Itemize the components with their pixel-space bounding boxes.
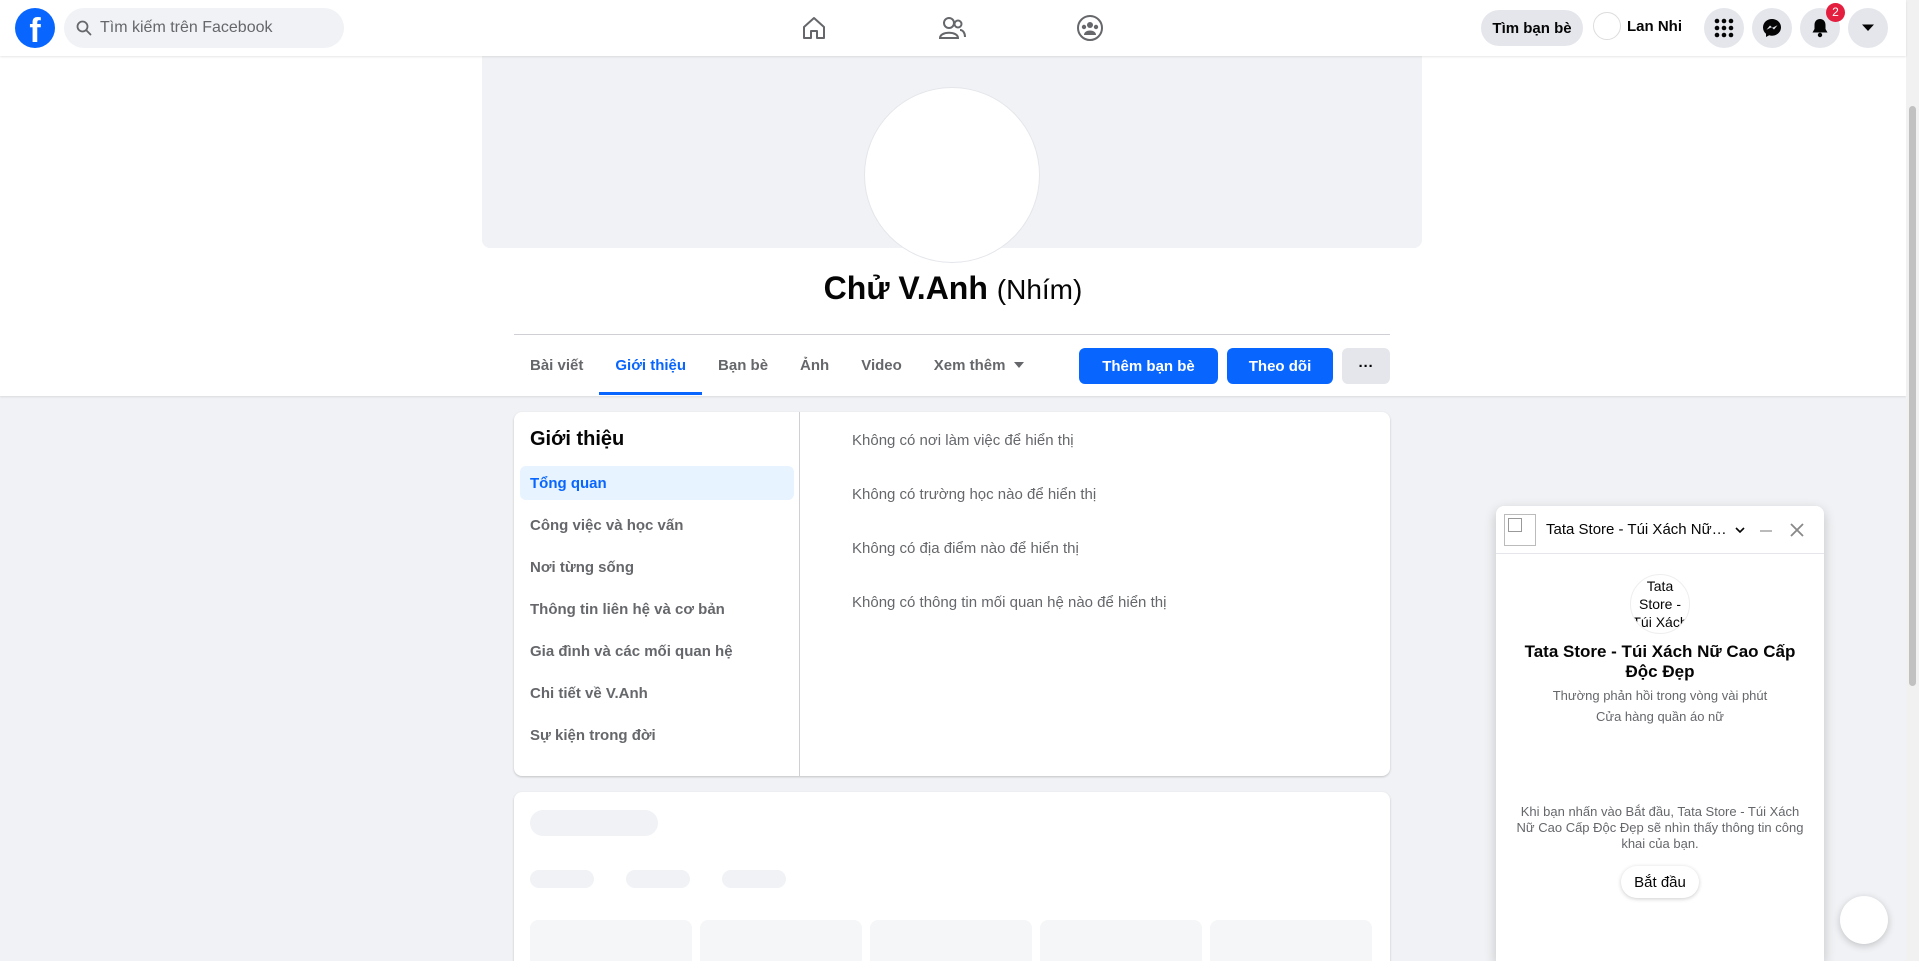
about-menu-places-lived[interactable]: Nơi từng sống bbox=[520, 550, 794, 584]
tab-about[interactable]: Giới thiệu bbox=[599, 335, 702, 395]
profile-name-text: Chử V.Anh bbox=[823, 270, 988, 306]
about-title: Giới thiệu bbox=[530, 428, 625, 450]
follow-button[interactable]: Theo dõi bbox=[1227, 348, 1333, 384]
tab-videos[interactable]: Video bbox=[845, 335, 918, 395]
more-options-button[interactable]: ··· bbox=[1342, 348, 1390, 384]
chat-title[interactable]: Tata Store - Túi Xách Nữ Cao Cấp Độc Đẹp bbox=[1546, 521, 1728, 538]
profile-shortcut[interactable]: Lan Nhi bbox=[1593, 12, 1682, 40]
search-icon bbox=[76, 20, 92, 36]
tab-label: Ảnh bbox=[800, 356, 830, 374]
minimize-icon[interactable] bbox=[1758, 523, 1774, 539]
notifications-bell[interactable]: 2 bbox=[1800, 3, 1845, 48]
skeleton-tile bbox=[870, 920, 1032, 961]
about-menu-overview[interactable]: Tổng quan bbox=[520, 466, 794, 500]
user-name: Lan Nhi bbox=[1627, 17, 1682, 35]
notification-count-badge: 2 bbox=[1826, 3, 1845, 22]
skeleton-tile bbox=[1210, 920, 1372, 961]
skeleton-bar bbox=[722, 870, 786, 888]
scrollbar-thumb[interactable] bbox=[1909, 106, 1916, 686]
profile-alternate-name: (Nhím) bbox=[996, 274, 1083, 305]
about-menu-contact-info[interactable]: Thông tin liên hệ và cơ bản bbox=[520, 592, 794, 626]
about-row-work: Không có nơi làm việc để hiển thị bbox=[852, 432, 1074, 449]
bell-icon bbox=[1812, 19, 1828, 38]
tab-label: Giới thiệu bbox=[615, 356, 687, 374]
tab-posts[interactable]: Bài viết bbox=[514, 335, 599, 395]
about-row-places: Không có địa điểm nào để hiển thị bbox=[852, 540, 1079, 557]
tab-photos[interactable]: Ảnh bbox=[784, 335, 845, 395]
about-menu-family-relationships[interactable]: Gia đình và các mối quan hệ bbox=[520, 634, 794, 668]
about-sidebar: Giới thiệu Tổng quan Công việc và học vấ… bbox=[514, 412, 800, 776]
add-friend-button[interactable]: Thêm bạn bè bbox=[1079, 348, 1218, 384]
chat-window: Tata Store - Túi Xách Nữ Cao Cấp Độc Đẹp… bbox=[1496, 506, 1824, 961]
chat-page-name: Tata Store - Túi Xách Nữ Cao Cấp Độc Đẹp bbox=[1524, 642, 1796, 681]
facebook-logo-icon[interactable]: f bbox=[15, 8, 55, 48]
account-caret-button[interactable] bbox=[1848, 8, 1888, 48]
about-row-relationship: Không có thông tin mối quan hệ nào để hi… bbox=[852, 594, 1167, 611]
chat-page-thumbnail bbox=[1504, 513, 1536, 546]
skeleton-tile bbox=[1040, 920, 1202, 961]
menu-grid-icon[interactable] bbox=[1704, 8, 1744, 48]
groups-icon[interactable] bbox=[1072, 10, 1108, 46]
about-card: Giới thiệu Tổng quan Công việc và học vấ… bbox=[514, 412, 1390, 776]
search-input[interactable] bbox=[100, 19, 320, 37]
tab-friends[interactable]: Bạn bè bbox=[702, 335, 784, 395]
new-message-button[interactable] bbox=[1840, 896, 1888, 944]
tab-label: Bài viết bbox=[530, 356, 584, 374]
tab-more[interactable]: Xem thêm bbox=[918, 335, 1040, 395]
tab-label: Video bbox=[861, 356, 902, 374]
skeleton-tile bbox=[530, 920, 692, 961]
search-box[interactable] bbox=[64, 8, 344, 48]
find-friends-button[interactable]: Tìm bạn bè bbox=[1481, 10, 1583, 46]
chat-page-category: Cửa hàng quần áo nữ bbox=[1595, 709, 1724, 724]
profile-tabs: Bài viết Giới thiệu Bạn bè Ảnh Video Xem… bbox=[514, 335, 1040, 395]
about-menu-details[interactable]: Chi tiết về V.Anh bbox=[520, 676, 794, 710]
chevron-down-icon[interactable] bbox=[1734, 524, 1746, 536]
chat-header[interactable]: Tata Store - Túi Xách Nữ Cao Cấp Độc Đẹp bbox=[1496, 506, 1824, 554]
about-menu-life-events[interactable]: Sự kiện trong đời bbox=[520, 718, 794, 752]
profile-header: Chử V.Anh (Nhím) Bài viết Giới thiệu Bạn… bbox=[0, 56, 1906, 396]
about-menu: Tổng quan Công việc và học vấn Nơi từng … bbox=[520, 466, 794, 760]
close-icon[interactable] bbox=[1789, 522, 1805, 538]
profile-avatar[interactable] bbox=[865, 88, 1039, 262]
tab-label: Xem thêm bbox=[933, 356, 1006, 374]
loading-skeleton-card bbox=[514, 792, 1390, 961]
skeleton-bar bbox=[530, 870, 594, 888]
chat-consent-text: Khi bạn nhấn vào Bắt đầu, Tata Store - T… bbox=[1516, 804, 1804, 851]
home-icon[interactable] bbox=[796, 10, 832, 46]
chat-page-avatar: Tata Store - Túi Xách bbox=[1630, 574, 1690, 634]
chat-response-time: Thường phản hồi trong vòng vài phút bbox=[1552, 688, 1768, 703]
about-row-school: Không có trường học nào để hiển thị bbox=[852, 486, 1097, 503]
caret-down-icon bbox=[1013, 362, 1024, 368]
skeleton-bar bbox=[530, 810, 658, 836]
top-navigation-bar: f Tìm bạn bè Lan Nhi 2 bbox=[0, 0, 1906, 56]
friends-icon[interactable] bbox=[934, 10, 970, 46]
tab-label: Bạn bè bbox=[718, 356, 769, 374]
profile-name: Chử V.Anh (Nhím) bbox=[0, 270, 1906, 307]
skeleton-bar bbox=[626, 870, 690, 888]
page-scrollbar[interactable] bbox=[1906, 0, 1919, 961]
caret-down-icon bbox=[1862, 24, 1874, 31]
chat-body: Tata Store - Túi Xách Tata Store - Túi X… bbox=[1496, 574, 1824, 724]
about-menu-work-education[interactable]: Công việc và học vấn bbox=[520, 508, 794, 542]
messenger-icon[interactable] bbox=[1752, 8, 1792, 48]
avatar bbox=[1593, 12, 1621, 40]
skeleton-tile bbox=[700, 920, 862, 961]
chat-start-button[interactable]: Bắt đầu bbox=[1621, 866, 1699, 898]
